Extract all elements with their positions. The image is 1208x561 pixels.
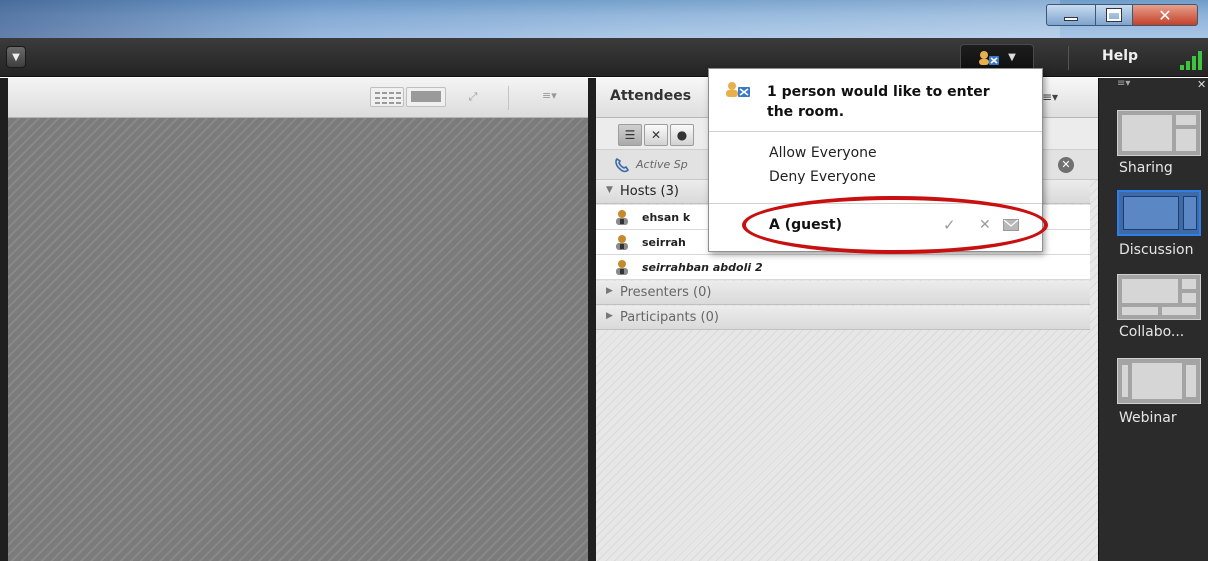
attendees-pod-menu-button[interactable]: ≡▾ <box>1042 90 1058 104</box>
share-pod-content <box>8 118 588 561</box>
close-button[interactable]: ✕ <box>1132 4 1198 26</box>
attendee-name: seirrahban abdoli 2 <box>642 261 763 274</box>
sidebar-menu-icon[interactable]: ≡▾ <box>1117 78 1130 89</box>
layout-gutter <box>588 78 596 561</box>
attendee-name: ehsan k <box>642 211 691 224</box>
active-speakers-label: Active Sp <box>636 158 688 171</box>
connection-signal-icon <box>1180 48 1208 70</box>
close-icon: ✕ <box>1158 5 1172 25</box>
attendees-title: Attendees <box>610 88 692 104</box>
status-view-button[interactable]: ● <box>670 124 694 146</box>
presenters-group-label: Presenters (0) <box>620 285 712 300</box>
phone-icon <box>615 157 630 173</box>
accept-guest-button[interactable]: ✓ <box>943 216 956 234</box>
filmstrip-view-button[interactable] <box>406 87 446 107</box>
attendee-status-button[interactable]: ▼ <box>960 44 1034 71</box>
host-icon <box>616 260 628 275</box>
filmstrip-view-icon <box>411 91 441 102</box>
grid-view-button[interactable] <box>370 87 404 107</box>
fullscreen-icon: ⤢ <box>468 90 478 103</box>
pod-menu-icon: ≡▾ <box>542 89 557 102</box>
close-icon: ✕ <box>1061 158 1071 171</box>
collapsed-arrow-icon: ▶ <box>606 311 613 321</box>
attendee-status-icon <box>979 50 1000 65</box>
attendee-row[interactable]: seirrahban abdoli 2 <box>596 255 1090 280</box>
window-titlebar: ✕ <box>0 0 1208 38</box>
popup-divider <box>709 203 1042 204</box>
breakout-view-button[interactable]: ✕ <box>644 124 668 146</box>
fullscreen-button[interactable]: ⤢ <box>462 87 484 107</box>
help-menu[interactable]: Help <box>1102 48 1138 64</box>
layout-label-webinar[interactable]: Webinar <box>1119 410 1177 426</box>
layout-label-sharing[interactable]: Sharing <box>1119 160 1173 176</box>
layout-thumb-sharing[interactable] <box>1117 110 1201 156</box>
layout-gutter <box>0 78 8 561</box>
minimize-button[interactable] <box>1046 4 1096 26</box>
attendee-name: seirrah <box>642 236 686 249</box>
layout-thumb-collaboration[interactable] <box>1117 274 1201 320</box>
collapsed-arrow-icon: ▶ <box>606 286 613 296</box>
host-icon <box>616 235 628 250</box>
layout-label-collaboration[interactable]: Collabo... <box>1119 324 1184 340</box>
titlebar-glass <box>0 0 1060 38</box>
close-icon: ✕ <box>979 217 991 233</box>
close-active-speakers-button[interactable]: ✕ <box>1058 157 1074 173</box>
maximize-icon <box>1107 9 1121 21</box>
pod-menu-icon: ≡▾ <box>1042 90 1059 104</box>
entry-request-popup: 1 person would like to enter the room. A… <box>708 68 1043 252</box>
presenters-group-header[interactable]: ▶ Presenters (0) <box>596 281 1090 305</box>
menu-divider <box>1068 46 1069 70</box>
checkmark-icon: ✓ <box>943 216 956 234</box>
share-pod-header: ⤢ ≡▾ <box>8 78 588 118</box>
pod-header-divider <box>508 86 509 110</box>
entry-request-message: 1 person would like to enter the room. <box>767 84 990 120</box>
list-view-icon: ☰ <box>624 128 636 142</box>
message-guest-icon[interactable] <box>1003 219 1019 231</box>
guest-request-name: A (guest) <box>769 217 843 233</box>
person-icon: ● <box>676 128 688 142</box>
main-menu-dropdown[interactable]: ▼ <box>6 46 26 68</box>
chevron-down-icon: ▼ <box>1008 52 1016 63</box>
popup-divider <box>709 131 1042 132</box>
participants-group-label: Participants (0) <box>620 310 719 325</box>
expanded-arrow-icon: ▼ <box>606 185 613 195</box>
layout-thumb-webinar[interactable] <box>1117 358 1201 404</box>
chevron-down-icon: ▼ <box>12 51 20 63</box>
hosts-group-label: Hosts (3) <box>620 184 679 199</box>
layouts-sidebar: ≡▾ ✕ Sharing Discussion Collabo... Webin… <box>1098 78 1208 561</box>
attendee-status-icon <box>726 82 750 97</box>
deny-everyone-button[interactable]: Deny Everyone <box>769 169 876 185</box>
layout-label-discussion[interactable]: Discussion <box>1119 242 1193 258</box>
breakout-icon: ✕ <box>650 128 662 142</box>
pod-menu-button[interactable]: ≡▾ <box>542 89 557 102</box>
maximize-button[interactable] <box>1095 4 1133 26</box>
minimize-icon <box>1064 17 1078 21</box>
list-view-button[interactable]: ☰ <box>618 124 642 146</box>
deny-guest-button[interactable]: ✕ <box>979 217 991 233</box>
allow-everyone-button[interactable]: Allow Everyone <box>769 145 877 161</box>
participants-group-header[interactable]: ▶ Participants (0) <box>596 306 1090 330</box>
layout-thumb-discussion[interactable] <box>1117 190 1201 236</box>
host-icon <box>616 210 628 225</box>
close-sidebar-icon[interactable]: ✕ <box>1197 78 1206 91</box>
